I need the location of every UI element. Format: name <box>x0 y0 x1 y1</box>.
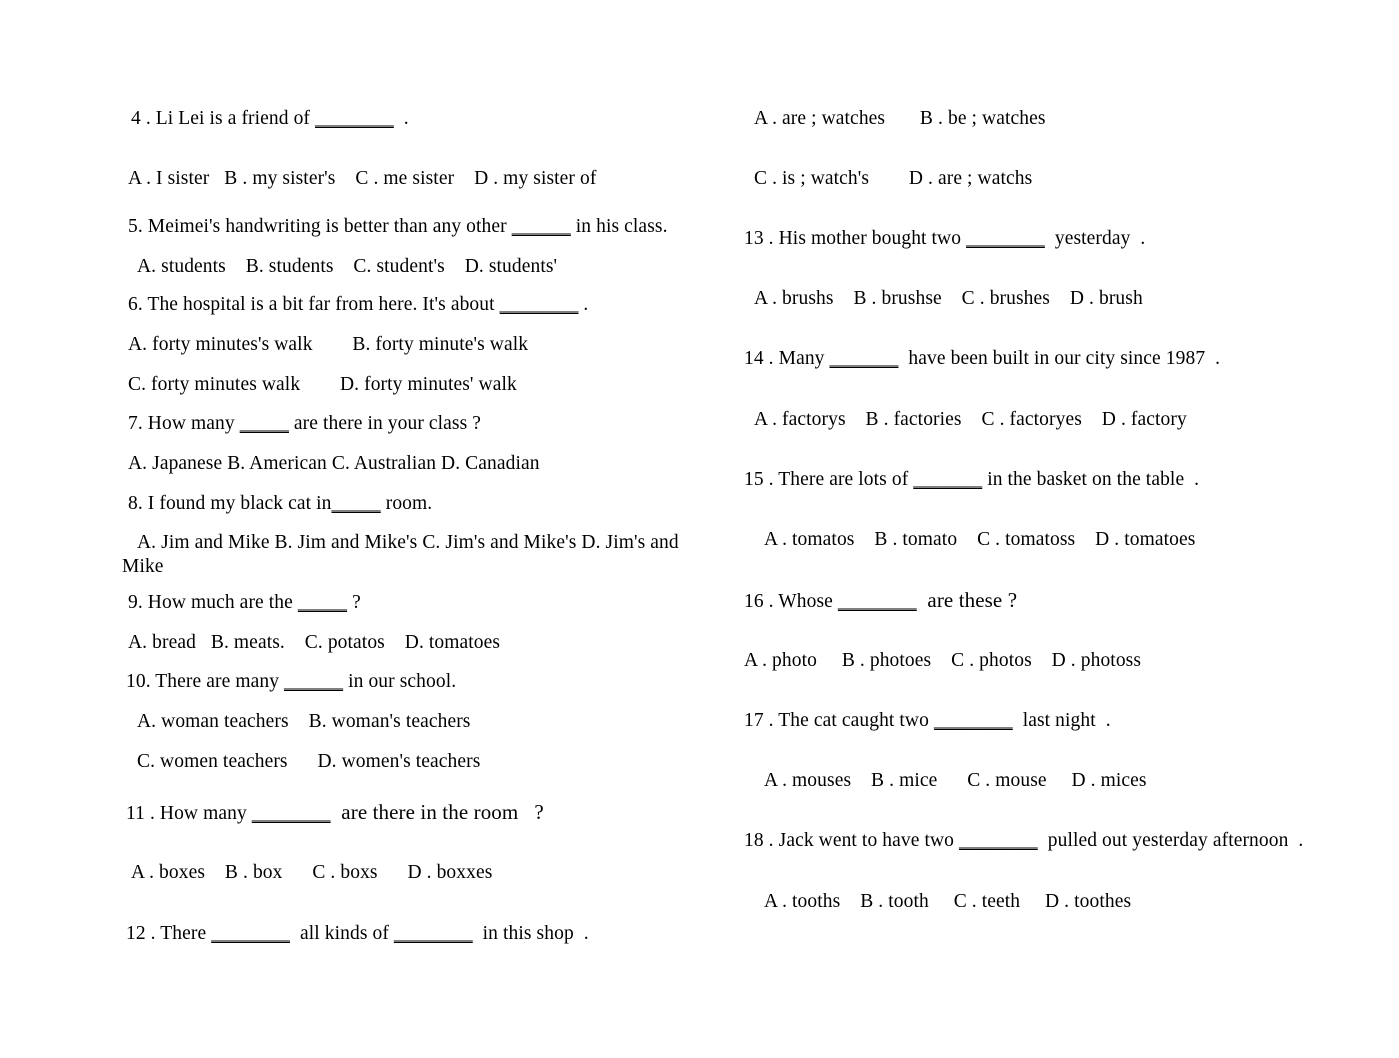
question-6-stem: 6. The hospital is a bit far from here. … <box>128 294 589 315</box>
question-18-stem: 18 . Jack went to have two ________ pull… <box>744 830 1304 851</box>
answer-blank[interactable]: _____ <box>298 592 347 613</box>
question-15-stem: 15 . There are lots of _______ in the ba… <box>744 469 1200 490</box>
answer-blank[interactable]: _____ <box>332 493 381 514</box>
answer-blank[interactable]: ________ <box>959 830 1038 851</box>
question-12-options-cd: C . is ; watch's D . are ; watchs <box>754 168 1033 189</box>
question-4-stem: 4 . Li Lei is a friend of ________ . <box>131 108 409 129</box>
answer-blank[interactable]: _______ <box>913 469 982 490</box>
question-13-stem: 13 . His mother bought two ________ yest… <box>744 228 1146 249</box>
answer-blank[interactable]: ________ <box>966 228 1045 249</box>
question-11-options: A . boxes B . box C . boxs D . boxxes <box>131 862 493 883</box>
question-10-options-cd: C. women teachers D. women's teachers <box>137 751 481 772</box>
answer-blank[interactable]: ________ <box>934 710 1013 731</box>
question-5-options: A. students B. students C. student's D. … <box>137 256 558 277</box>
question-14-stem: 14 . Many _______ have been built in our… <box>744 348 1221 369</box>
question-7-options: A. Japanese B. American C. Australian D.… <box>128 453 540 474</box>
answer-blank[interactable]: ________ <box>500 294 579 315</box>
question-16-stem: 16 . Whose ________ are these ? <box>744 588 1018 612</box>
answer-blank[interactable]: ________ <box>211 923 290 944</box>
answer-blank[interactable]: ______ <box>512 216 571 237</box>
question-7-stem: 7. How many _____ are there in your clas… <box>128 413 482 434</box>
question-11-stem: 11 . How many ________ are there in the … <box>126 800 544 824</box>
question-17-options: A . mouses B . mice C . mouse D . mices <box>764 770 1147 791</box>
question-10-stem: 10. There are many ______ in our school. <box>126 671 457 692</box>
question-9-stem: 9. How much are the _____ ? <box>128 592 361 613</box>
answer-blank[interactable]: _____ <box>240 413 289 434</box>
answer-blank[interactable]: ________ <box>838 591 917 612</box>
question-8-options-line1: A. Jim and Mike B. Jim and Mike's C. Jim… <box>137 532 679 553</box>
answer-blank[interactable]: ________ <box>315 108 394 129</box>
question-4-options: A . I sister B . my sister's C . me sist… <box>128 168 597 189</box>
question-8-options-line2: Mike <box>122 556 164 577</box>
question-16-options: A . photo B . photoes C . photos D . pho… <box>744 650 1142 671</box>
question-6-options-ab: A. forty minutes's walk B. forty minute'… <box>128 334 529 355</box>
answer-blank[interactable]: ________ <box>252 803 331 824</box>
question-18-options: A . tooths B . tooth C . teeth D . tooth… <box>764 891 1132 912</box>
question-10-options-ab: A. woman teachers B. woman's teachers <box>137 711 471 732</box>
question-9-options: A. bread B. meats. C. potatos D. tomatoe… <box>128 632 501 653</box>
question-12-stem: 12 . There ________ all kinds of _______… <box>126 923 589 944</box>
question-14-options: A . factorys B . factories C . factoryes… <box>754 409 1187 430</box>
question-6-options-cd: C. forty minutes walk D. forty minutes' … <box>128 374 517 395</box>
question-8-stem: 8. I found my black cat in_____ room. <box>128 493 433 514</box>
answer-blank[interactable]: _______ <box>830 348 899 369</box>
answer-blank-2[interactable]: ________ <box>394 923 473 944</box>
question-13-options: A . brushs B . brushse C . brushes D . b… <box>754 288 1143 309</box>
answer-blank[interactable]: ______ <box>284 671 343 692</box>
question-17-stem: 17 . The cat caught two ________ last ni… <box>744 710 1111 731</box>
question-5-stem: 5. Meimei's handwriting is better than a… <box>128 216 668 237</box>
question-15-options: A . tomatos B . tomato C . tomatoss D . … <box>764 529 1196 550</box>
question-12-options-ab: A . are ; watches B . be ; watches <box>754 108 1046 129</box>
worksheet-page: 4 . Li Lei is a friend of ________ . A .… <box>0 0 1399 1058</box>
